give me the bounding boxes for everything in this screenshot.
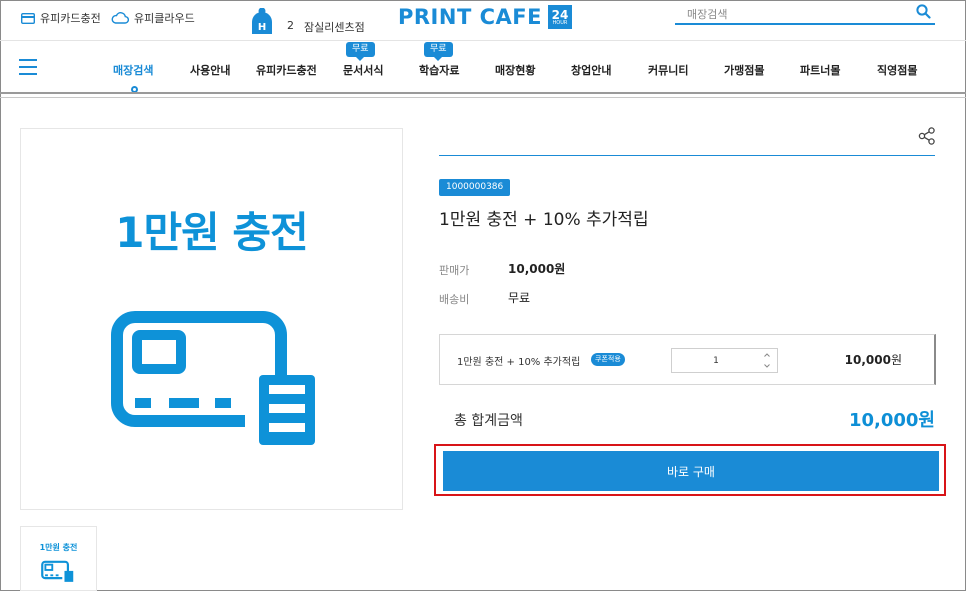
share-icon[interactable] bbox=[918, 127, 936, 145]
nav-item-store-search[interactable]: 매장검색 bbox=[113, 62, 153, 78]
option-price: 10,000원 bbox=[845, 351, 902, 368]
nav-item-partner-mall[interactable]: 파트너몰 bbox=[800, 62, 840, 78]
product-image-title: 1만원 충전 bbox=[115, 208, 308, 257]
product-code-badge: 1000000386 bbox=[439, 179, 511, 196]
free-badge: 무료 bbox=[346, 42, 375, 61]
main-nav: 매장검색 사용안내 유피카드충전 무료 문서서식 무료 학습자료 매장현황 창업… bbox=[0, 41, 966, 93]
total-price: 10,000원 bbox=[848, 410, 935, 431]
shipping-label: 배송비 bbox=[439, 293, 470, 306]
card-icon bbox=[21, 12, 35, 24]
thumbnail-title: 1만원 충전 bbox=[39, 543, 78, 552]
nav-item-franchise-mall[interactable]: 가맹점몰 bbox=[724, 62, 764, 78]
card-charge-link[interactable]: 유피카드충전 bbox=[21, 10, 101, 26]
card-charge-illustration bbox=[111, 311, 315, 445]
search-icon[interactable] bbox=[916, 4, 931, 19]
nav-item-store-status[interactable]: 매장현황 bbox=[495, 62, 535, 78]
logo-text: PRINT CAFE bbox=[398, 5, 542, 29]
nav-item-documents[interactable]: 문서서식 bbox=[343, 62, 383, 78]
nav-item-community[interactable]: 커뮤니티 bbox=[648, 62, 688, 78]
nav-bottom-divider bbox=[0, 92, 966, 94]
hamburger-menu-icon[interactable] bbox=[19, 59, 37, 75]
product-image: 1만원 충전 bbox=[20, 128, 403, 510]
store-name[interactable]: 잠실리센츠점 bbox=[304, 19, 365, 35]
cloud-label: 유피클라우드 bbox=[134, 12, 195, 25]
logo-24-badge: 24 HOUR bbox=[547, 5, 572, 29]
logo-badge-sub: HOUR bbox=[552, 19, 568, 26]
chevron-down-icon[interactable] bbox=[763, 362, 771, 370]
nav-bottom-divider-2 bbox=[0, 97, 966, 98]
quantity-input[interactable] bbox=[672, 349, 760, 372]
store-badge-letter: H bbox=[258, 22, 266, 33]
top-bar: 유피카드충전 유피클라우드 H 2 잠실리센츠점 PRINT CAFE 24 H… bbox=[0, 0, 966, 40]
quantity-stepper bbox=[671, 348, 778, 373]
store-search-box bbox=[675, 3, 935, 25]
selected-option-row: 1만원 충전 + 10% 추가적립 쿠폰적용 10,000원 bbox=[439, 334, 936, 385]
coupon-badge: 쿠폰적용 bbox=[591, 353, 625, 366]
cloud-icon bbox=[111, 12, 129, 24]
card-charge-label: 유피카드충전 bbox=[40, 12, 101, 25]
print-cafe-logo[interactable]: PRINT CAFE 24 HOUR bbox=[398, 5, 572, 29]
product-title: 1만원 충전 + 10% 추가적립 bbox=[439, 210, 649, 230]
nav-item-franchise-info[interactable]: 창업안내 bbox=[571, 62, 611, 78]
option-price-number: 10,000 bbox=[844, 353, 891, 367]
store-number: 2 bbox=[287, 19, 294, 32]
logo-badge-number: 24 bbox=[551, 7, 569, 22]
shipping-value: 무료 bbox=[508, 291, 531, 305]
info-divider bbox=[439, 155, 935, 156]
total-label: 총 합계금액 bbox=[454, 413, 523, 429]
card-charge-thumbnail-icon bbox=[41, 560, 74, 582]
nav-item-card-charge[interactable]: 유피카드충전 bbox=[256, 62, 317, 78]
option-name: 1만원 충전 + 10% 추가적립 bbox=[457, 357, 581, 368]
cloud-link[interactable]: 유피클라우드 bbox=[111, 10, 195, 26]
free-badge: 무료 bbox=[424, 42, 453, 61]
product-thumbnail[interactable]: 1만원 충전 bbox=[20, 526, 97, 591]
nav-item-study-materials[interactable]: 학습자료 bbox=[419, 62, 459, 78]
nav-item-direct-mall[interactable]: 직영점몰 bbox=[877, 62, 917, 78]
option-price-unit: 원 bbox=[890, 353, 902, 367]
price-label: 판매가 bbox=[439, 264, 470, 277]
store-search-input[interactable] bbox=[675, 5, 905, 24]
chevron-up-icon[interactable] bbox=[763, 351, 771, 359]
nav-item-guide[interactable]: 사용안내 bbox=[190, 62, 230, 78]
buy-now-button[interactable]: 바로 구매 bbox=[443, 451, 939, 491]
store-pin-icon: H bbox=[252, 8, 272, 34]
price-value: 10,000원 bbox=[508, 262, 566, 276]
